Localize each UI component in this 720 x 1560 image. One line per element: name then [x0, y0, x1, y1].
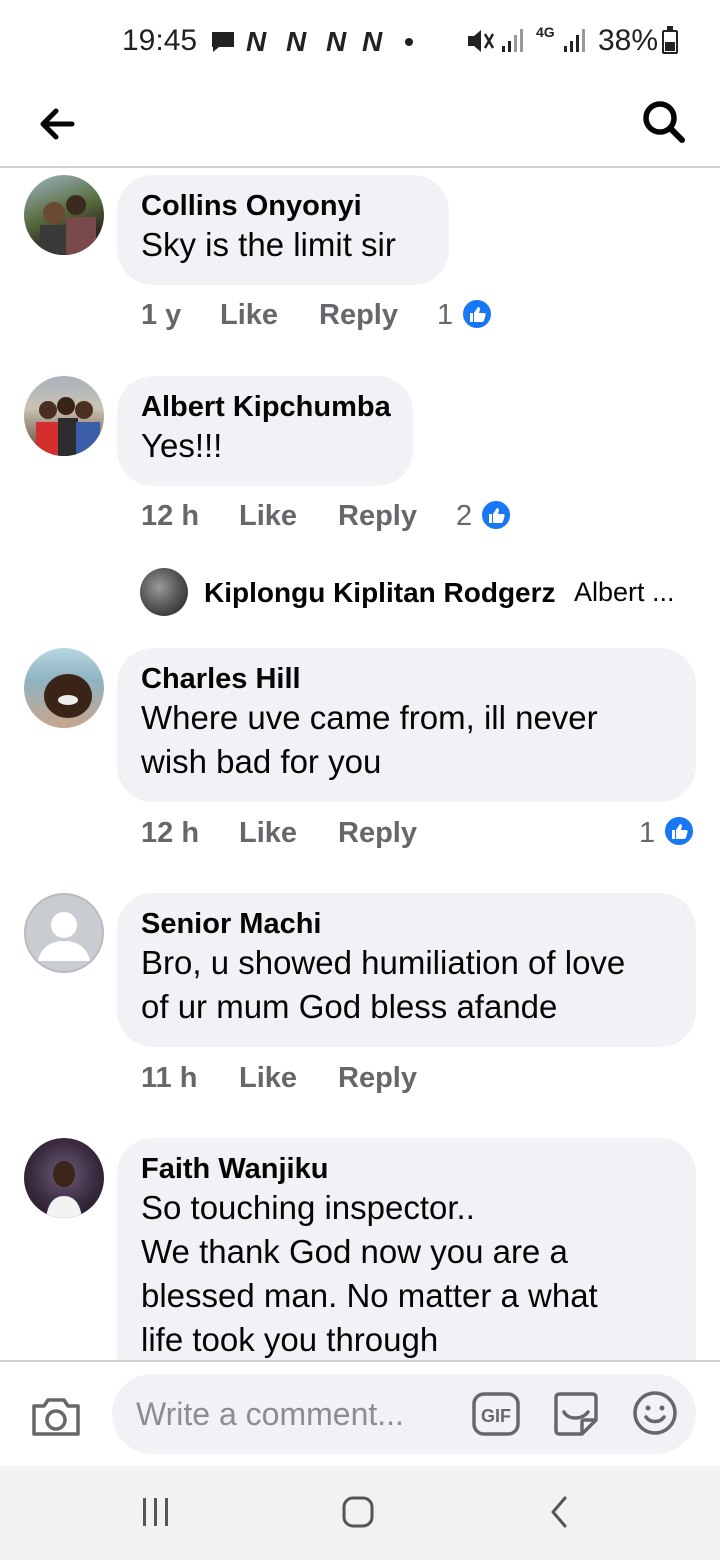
comment-time: 12 h: [141, 817, 200, 849]
comment-time: 12 h: [141, 500, 200, 532]
notification-icon: N: [246, 26, 266, 57]
recent-apps-button[interactable]: [138, 1494, 174, 1530]
like-button[interactable]: Like: [239, 500, 297, 533]
battery-percent: 38%: [598, 24, 659, 57]
comment-input[interactable]: [136, 1392, 456, 1436]
reaction-count[interactable]: 1: [437, 299, 453, 332]
reaction-count[interactable]: 1: [639, 817, 655, 850]
comment-box: GIF: [112, 1374, 696, 1454]
message-notification-icon: [210, 30, 236, 59]
reply-author-name: Kiplongu Kiplitan Rodgerz: [204, 577, 556, 608]
comment-bubble: Senior Machi Bro, u showed humiliation o…: [117, 893, 696, 1047]
gif-icon: GIF: [472, 1392, 520, 1436]
svg-text:GIF: GIF: [481, 1406, 511, 1426]
commenter-name[interactable]: Collins Onyonyi: [141, 189, 425, 223]
comment-text: Where uve came from, ill never wish bad …: [141, 699, 598, 780]
avatar[interactable]: [24, 1138, 104, 1218]
comment-time: 11 h: [141, 1062, 198, 1094]
comment-text: Yes!!!: [141, 427, 223, 464]
reply-button[interactable]: Reply: [319, 299, 398, 332]
avatar[interactable]: [24, 175, 104, 255]
comment-composer: GIF: [0, 1360, 720, 1466]
comment-time: 1 y: [141, 299, 182, 331]
app-header: [0, 82, 720, 168]
reply-button[interactable]: Reply: [338, 1062, 417, 1095]
like-button[interactable]: Like: [239, 817, 297, 850]
notification-icon: N: [326, 26, 346, 57]
commenter-name[interactable]: Albert Kipchumba: [141, 390, 391, 424]
like-button[interactable]: Like: [220, 299, 278, 332]
recent-apps-icon: [143, 1498, 168, 1526]
signal-icons: [466, 26, 596, 61]
default-profile-icon: [38, 912, 90, 961]
commenter-name[interactable]: Senior Machi: [141, 907, 672, 941]
avatar: [140, 568, 188, 616]
emoji-button[interactable]: [632, 1390, 678, 1436]
notification-icon: N: [362, 26, 382, 57]
commenter-name[interactable]: Charles Hill: [141, 662, 672, 696]
like-button[interactable]: Like: [239, 1062, 297, 1095]
avatar[interactable]: [24, 376, 104, 456]
reply-button[interactable]: Reply: [338, 500, 417, 533]
comment-bubble: Charles Hill Where uve came from, ill ne…: [117, 648, 696, 802]
reply-button[interactable]: Reply: [338, 817, 417, 850]
back-button[interactable]: [34, 100, 82, 148]
battery-icon: [662, 26, 678, 54]
gif-button[interactable]: GIF: [472, 1392, 520, 1436]
chevron-left-icon: [551, 1496, 567, 1528]
more-notifications-dot: [405, 38, 413, 46]
thumbs-up-icon: [663, 815, 695, 847]
camera-button[interactable]: [30, 1392, 82, 1440]
comment: Faith Wanjiku So touching inspector.. We…: [0, 1138, 720, 1360]
comment-bubble: Faith Wanjiku So touching inspector.. We…: [117, 1138, 696, 1360]
search-icon: [643, 101, 685, 143]
search-button[interactable]: [638, 96, 690, 148]
avatar[interactable]: [24, 893, 104, 973]
home-icon: [342, 1496, 374, 1528]
comment-text: Sky is the limit sir: [141, 226, 396, 263]
commenter-name[interactable]: Faith Wanjiku: [141, 1152, 672, 1186]
thumbs-up-icon: [480, 499, 512, 531]
reply-snippet: Albert ...: [574, 577, 675, 607]
status-bar: 19:45 N N N N 4G 38%: [0, 0, 720, 82]
home-button[interactable]: [340, 1494, 376, 1530]
reaction-count[interactable]: 2: [456, 500, 472, 533]
comment-text: So touching inspector.. We thank God now…: [141, 1189, 598, 1358]
reply-preview[interactable]: Kiplongu Kiplitan Rodgerz Albert ...: [140, 568, 700, 618]
avatar[interactable]: [24, 648, 104, 728]
smiley-icon: [633, 1391, 677, 1435]
comment-bubble: Albert Kipchumba Yes!!!: [117, 376, 413, 486]
status-time: 19:45: [122, 24, 198, 57]
sticker-icon: [554, 1392, 598, 1436]
notification-icon: N: [286, 26, 306, 57]
system-nav-bar: [0, 1466, 720, 1560]
comment-bubble: Collins Onyonyi Sky is the limit sir: [117, 175, 449, 285]
thumbs-up-icon: [461, 298, 493, 330]
camera-icon: [32, 1398, 80, 1436]
arrow-left-icon: [40, 108, 75, 140]
network-type: 4G: [536, 24, 555, 40]
comment-text: Bro, u showed humiliation of love of ur …: [141, 944, 626, 1025]
sticker-button[interactable]: [552, 1390, 600, 1438]
system-back-button[interactable]: [545, 1494, 575, 1530]
